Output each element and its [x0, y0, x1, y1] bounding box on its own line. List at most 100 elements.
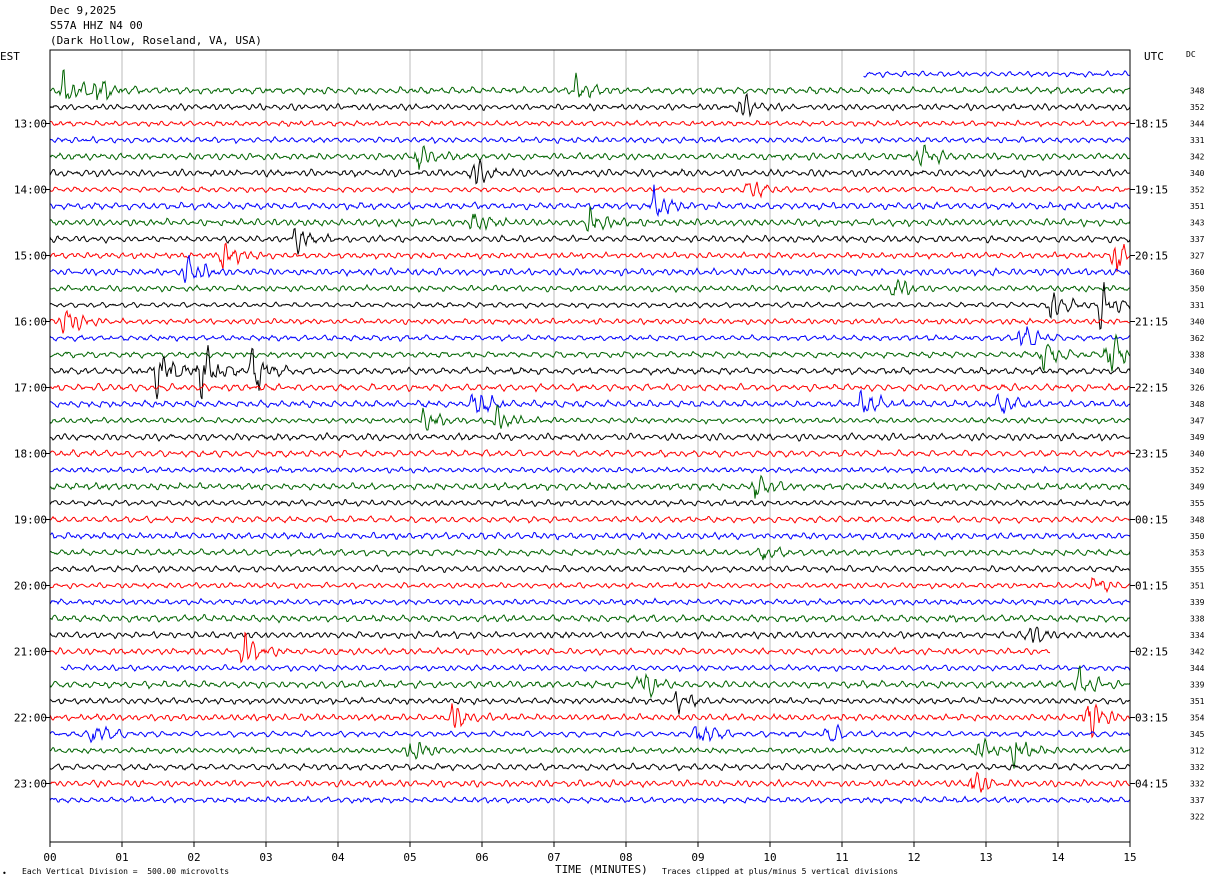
x-tick-label: 00	[43, 851, 56, 864]
dc-offset-label: 348	[1190, 87, 1205, 96]
dc-offset-label: 350	[1190, 532, 1205, 541]
footer-scale-text: Each Vertical Division = 500.00 microvol…	[22, 867, 230, 876]
seismic-trace	[49, 771, 1131, 793]
seismic-traces	[49, 69, 1131, 805]
seismic-trace	[49, 737, 1131, 769]
left-hour-label: 13:00	[14, 118, 47, 131]
seismic-trace	[49, 498, 1131, 508]
left-hour-label: 18:00	[14, 448, 47, 461]
seismic-trace	[49, 546, 1131, 561]
dc-offset-label: 355	[1190, 565, 1205, 574]
seismic-trace	[49, 665, 1131, 699]
seismic-trace	[49, 333, 1131, 373]
dc-offset-label: 351	[1190, 202, 1205, 211]
dc-offset-label: 344	[1190, 120, 1205, 129]
left-hour-label: 14:00	[14, 184, 47, 197]
time-axis: 00 01 02 03 04 05 06 07 08 09 10 11 12 13 14 15	[43, 842, 1137, 864]
right-hour-label: 01:15	[1135, 580, 1168, 593]
x-tick-label: 15	[1123, 851, 1136, 864]
seismic-trace	[49, 703, 1131, 739]
x-tick-label: 01	[115, 851, 128, 864]
x-tick-label: 09	[691, 851, 704, 864]
plot-frame	[49, 49, 1131, 843]
left-hour-label: 21:00	[14, 646, 47, 659]
dc-offset-label: 342	[1190, 153, 1205, 162]
dc-offset-label: 322	[1190, 813, 1205, 822]
dc-offset-label: 353	[1190, 549, 1205, 558]
seismic-trace	[49, 278, 1131, 296]
dc-offset-label: 362	[1190, 334, 1205, 343]
seismic-trace	[49, 404, 1131, 431]
x-tick-label: 14	[1051, 851, 1065, 864]
dc-offset-label: 351	[1190, 697, 1205, 706]
right-hour-label: 19:15	[1135, 184, 1168, 197]
seismic-trace	[49, 795, 1131, 805]
right-hour-label: 03:15	[1135, 712, 1168, 725]
right-hour-label: 23:15	[1135, 448, 1168, 461]
seismic-trace	[49, 691, 1131, 715]
dc-offset-label: 338	[1190, 615, 1205, 624]
footer-clip-text: Traces clipped at plus/minus 5 vertical …	[662, 867, 899, 876]
dc-offset-label: 348	[1190, 400, 1205, 409]
seismic-trace	[49, 564, 1131, 574]
x-tick-label: 05	[403, 851, 416, 864]
x-axis-label: TIME (MINUTES)	[555, 863, 648, 876]
x-tick-label: 06	[475, 851, 488, 864]
seismic-trace	[49, 206, 1131, 232]
seismic-trace	[49, 227, 1131, 255]
seismic-trace	[49, 531, 1131, 541]
left-hour-label: 17:00	[14, 382, 47, 395]
dc-offset-label: 351	[1190, 582, 1205, 591]
helicorder-plot: 00 01 02 03 04 05 06 07 08 09 10 11 12 13 14 15 13:0014…	[14, 49, 1205, 864]
seismic-trace	[49, 449, 1131, 459]
dc-offset-label: 332	[1190, 780, 1205, 789]
dc-offset-label: 340	[1190, 367, 1205, 376]
seismic-trace	[49, 597, 1131, 606]
dc-offset-label: 340	[1190, 318, 1205, 327]
right-hour-label: 21:15	[1135, 316, 1168, 329]
dc-offset-label: 338	[1190, 351, 1205, 360]
seismic-trace	[49, 577, 1131, 594]
dc-offset-label: 344	[1190, 664, 1205, 673]
left-hour-label: 22:00	[14, 712, 47, 725]
dc-offset-label: 347	[1190, 417, 1205, 426]
dc-offset-label: 339	[1190, 598, 1205, 607]
seismic-trace	[49, 119, 1131, 128]
x-tick-label: 12	[907, 851, 920, 864]
dc-offset-label: 332	[1190, 763, 1205, 772]
seismic-trace	[49, 135, 1131, 145]
x-tick-label: 10	[763, 851, 776, 864]
seismic-trace	[49, 309, 1131, 334]
left-hour-label: 19:00	[14, 514, 47, 527]
plot-grid	[121, 50, 1059, 842]
left-hour-label: 15:00	[14, 250, 47, 263]
dc-offset-label: 337	[1190, 235, 1205, 244]
dc-offset-label: 348	[1190, 516, 1205, 525]
right-hour-label: 20:15	[1135, 250, 1168, 263]
seismic-trace	[49, 181, 1131, 199]
footer-mark: •	[2, 869, 7, 878]
seismic-trace	[49, 144, 1131, 170]
dc-offset-label: 340	[1190, 450, 1205, 459]
right-hour-label: 22:15	[1135, 382, 1168, 395]
dc-offset-label: 340	[1190, 169, 1205, 178]
dc-offset-label: 339	[1190, 681, 1205, 690]
dc-offset-label: 331	[1190, 301, 1205, 310]
seismic-trace	[49, 326, 1131, 347]
dc-offset-label: 352	[1190, 186, 1205, 195]
seismic-trace	[49, 159, 1131, 185]
seismic-trace	[49, 613, 1131, 624]
seismic-trace	[49, 382, 1131, 393]
seismic-trace	[49, 723, 1131, 744]
dc-offset-label: 327	[1190, 252, 1205, 261]
dc-offset-label: 352	[1190, 103, 1205, 112]
seismic-trace	[49, 631, 1051, 664]
dc-offset-label: 360	[1190, 268, 1205, 277]
right-hour-label: 04:15	[1135, 778, 1168, 791]
dc-offset-label: 349	[1190, 483, 1205, 492]
dc-offset-label: 334	[1190, 631, 1205, 640]
dc-offset-label: 326	[1190, 384, 1205, 393]
dc-offset-label: 331	[1190, 136, 1205, 145]
seismic-trace	[49, 255, 1131, 283]
dc-offset-label: 349	[1190, 433, 1205, 442]
